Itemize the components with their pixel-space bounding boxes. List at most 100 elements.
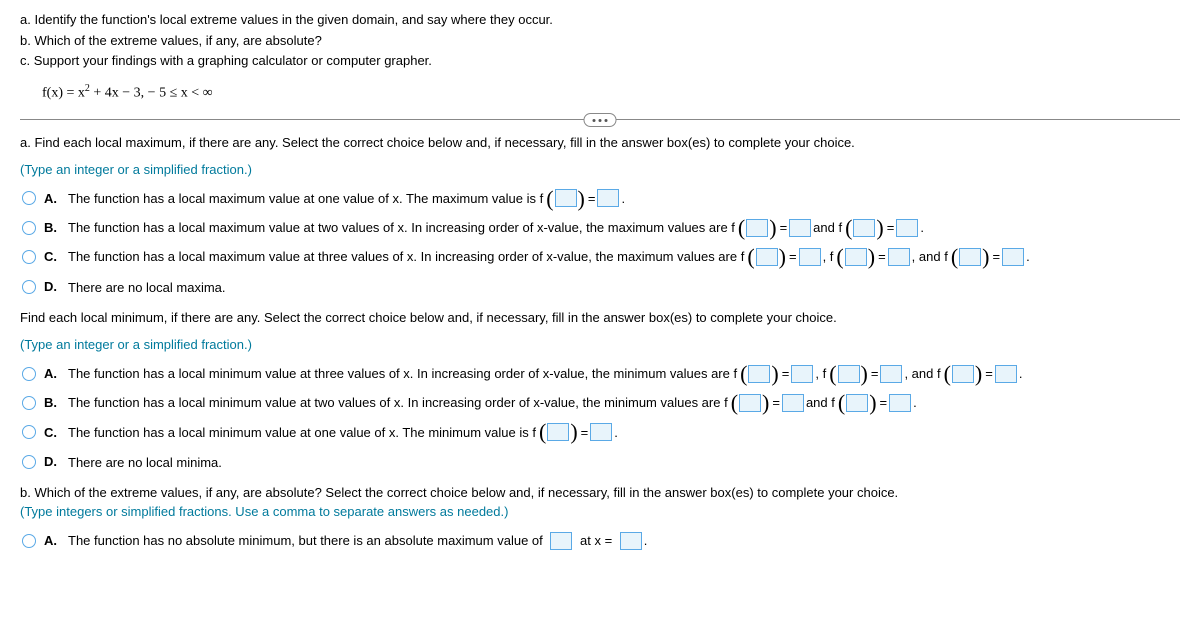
min-choice-d: D. There are no local minima. [20,450,1180,474]
function-formula: f(x) = x2 + 4x − 3, − 5 ≤ x < ∞ [42,83,1180,102]
input-box[interactable] [748,365,770,383]
part-b-prompt: b. Which of the extreme values, if any, … [20,484,1180,502]
input-box[interactable] [746,219,768,237]
label-a: A. [44,362,60,385]
input-box[interactable] [547,423,569,441]
label-a: A. [44,187,60,210]
section-divider [20,119,1180,120]
input-box[interactable] [959,248,981,266]
max-choice-a: A. The function has a local maximum valu… [20,187,1180,210]
input-box[interactable] [782,394,804,412]
label-b: B. [44,216,60,239]
input-box[interactable] [838,365,860,383]
radio-max-c[interactable] [22,250,36,264]
expand-dots-button[interactable] [584,113,617,127]
text: . [644,529,648,552]
text: . [920,216,924,239]
text: , f [823,245,834,268]
max-choice-b: B. The function has a local maximum valu… [20,216,1180,239]
min-choice-c-text: The function has a local minimum value a… [68,421,618,444]
label-a: A. [44,529,60,552]
formula-rhs: + 4x − 3, − 5 ≤ x < ∞ [90,85,213,100]
header-line-b: b. Which of the extreme values, if any, … [20,31,1180,51]
part-a-max-instruction: (Type an integer or a simplified fractio… [20,162,1180,177]
radio-min-d[interactable] [22,455,36,469]
abs-choice-a: A. The function has no absolute minimum,… [20,529,1180,552]
min-choice-c: C. The function has a local minimum valu… [20,421,1180,444]
input-box[interactable] [880,365,902,383]
text: , f [815,362,826,385]
part-a-max-prompt: a. Find each local maximum, if there are… [20,134,1180,152]
text: The function has a local maximum value a… [68,245,744,268]
input-box[interactable] [597,189,619,207]
input-box[interactable] [846,394,868,412]
max-choice-a-text: The function has a local maximum value a… [68,187,625,210]
text: at x = [580,529,612,552]
input-box[interactable] [995,365,1017,383]
text: The function has a local minimum value a… [68,362,737,385]
input-box[interactable] [756,248,778,266]
text: = [780,216,788,239]
text: = [878,245,886,268]
input-box[interactable] [739,394,761,412]
radio-min-a[interactable] [22,367,36,381]
formula-lhs: f(x) = x [42,85,85,100]
input-box[interactable] [889,394,911,412]
input-box[interactable] [799,248,821,266]
text: and f [813,216,842,239]
min-choice-a: A. The function has a local minimum valu… [20,362,1180,385]
label-d: D. [44,450,60,473]
input-box[interactable] [789,219,811,237]
input-box[interactable] [1002,248,1024,266]
max-choice-c: C. The function has a local maximum valu… [20,245,1180,268]
text: = [772,391,780,414]
input-box[interactable] [550,532,572,550]
input-box[interactable] [952,365,974,383]
input-box[interactable] [888,248,910,266]
radio-max-d[interactable] [22,280,36,294]
input-box[interactable] [853,219,875,237]
max-choice-c-text: The function has a local maximum value a… [68,245,1030,268]
text: The function has a local maximum value a… [68,187,543,210]
radio-min-b[interactable] [22,396,36,410]
text: = [887,216,895,239]
text: . [614,421,618,444]
max-choice-b-text: The function has a local maximum value a… [68,216,924,239]
input-box[interactable] [620,532,642,550]
text: . [913,391,917,414]
text: The function has a local minimum value a… [68,391,728,414]
max-choice-d-text: There are no local maxima. [68,275,226,299]
max-choice-d: D. There are no local maxima. [20,275,1180,299]
min-choice-d-text: There are no local minima. [68,450,222,474]
text: = [985,362,993,385]
radio-max-a[interactable] [22,191,36,205]
text: = [992,245,1000,268]
min-choice-b: B. The function has a local minimum valu… [20,391,1180,414]
radio-max-b[interactable] [22,221,36,235]
question-header: a. Identify the function's local extreme… [20,10,1180,71]
text: = [871,362,879,385]
input-box[interactable] [896,219,918,237]
text: . [1019,362,1023,385]
text: The function has a local maximum value a… [68,216,735,239]
min-choice-a-text: The function has a local minimum value a… [68,362,1022,385]
text: The function has no absolute minimum, bu… [68,529,543,552]
input-box[interactable] [845,248,867,266]
min-choice-b-text: The function has a local minimum value a… [68,391,917,414]
text: = [581,421,589,444]
header-line-a: a. Identify the function's local extreme… [20,10,1180,30]
label-d: D. [44,275,60,298]
radio-min-c[interactable] [22,425,36,439]
part-min-instruction: (Type an integer or a simplified fractio… [20,337,1180,352]
text: = [880,391,888,414]
text: = [588,187,596,210]
input-box[interactable] [791,365,813,383]
radio-abs-a[interactable] [22,534,36,548]
part-min-prompt: Find each local minimum, if there are an… [20,309,1180,327]
text: . [621,187,625,210]
text: , and f [904,362,940,385]
abs-choice-a-text: The function has no absolute minimum, bu… [68,529,647,552]
text: . [1026,245,1030,268]
input-box[interactable] [590,423,612,441]
input-box[interactable] [555,189,577,207]
